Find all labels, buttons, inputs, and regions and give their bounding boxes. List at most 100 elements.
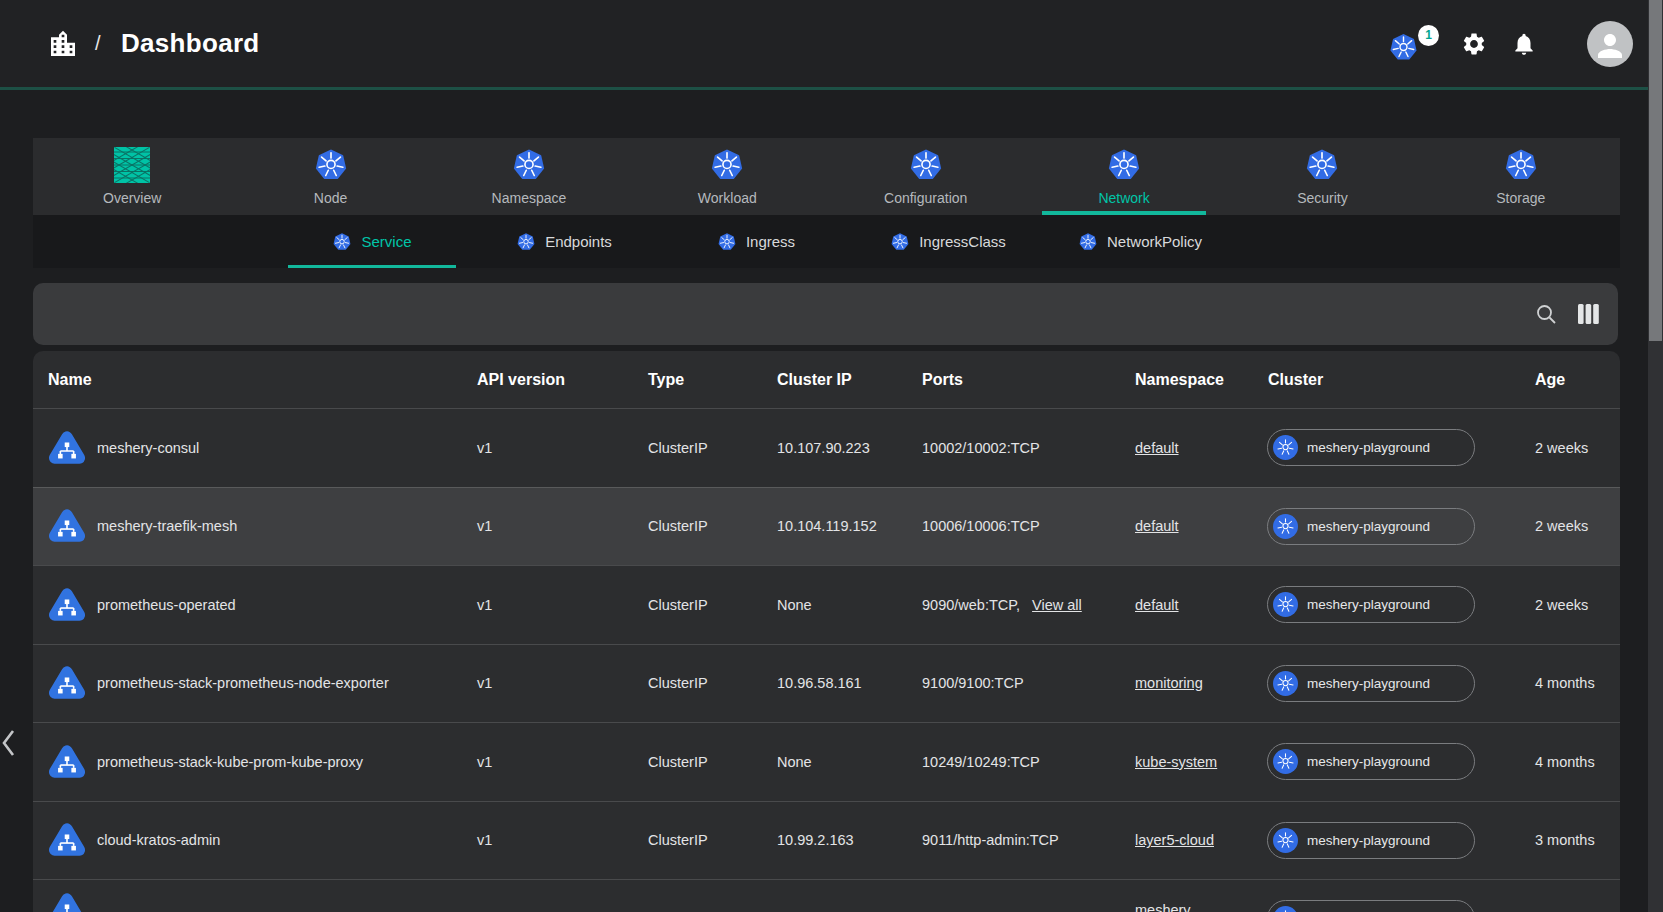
api-version: v1: [477, 488, 492, 566]
settings-icon[interactable]: [1461, 31, 1487, 57]
tab-configuration[interactable]: Configuration: [827, 138, 1025, 215]
page-title: Dashboard: [121, 0, 260, 87]
breadcrumb-separator: /: [95, 0, 101, 87]
cluster-ip: 10.99.2.163: [777, 802, 854, 880]
service-icon: [48, 821, 86, 859]
table-row[interactable]: prometheus-operated v1 ClusterIP None 90…: [33, 565, 1620, 644]
service-icon: [48, 891, 86, 912]
subtab-service[interactable]: Service: [276, 215, 468, 268]
cluster-chip[interactable]: meshery-playground: [1267, 586, 1475, 623]
cluster-ip: None: [777, 566, 812, 644]
column-ports[interactable]: Ports: [922, 351, 963, 408]
cluster-chip[interactable]: meshery-playground: [1267, 429, 1475, 466]
user-avatar[interactable]: [1587, 21, 1633, 67]
table-row[interactable]: meshery-consul v1 ClusterIP 10.107.90.22…: [33, 408, 1620, 487]
tab-network[interactable]: Network: [1025, 138, 1223, 215]
age: 2 weeks: [1535, 566, 1588, 644]
tab-node[interactable]: Node: [231, 138, 429, 215]
view-all-ports-link[interactable]: View all: [1032, 597, 1082, 613]
service-type: ClusterIP: [648, 566, 708, 644]
kubernetes-context-icon[interactable]: [1388, 32, 1419, 63]
service-name: meshery-consul: [97, 440, 199, 456]
kubernetes-icon: [709, 147, 745, 183]
api-version: v1: [477, 645, 492, 723]
table-row[interactable]: meshery meshery-playground: [33, 879, 1620, 912]
column-cluster-ip[interactable]: Cluster IP: [777, 351, 852, 408]
subtab-ingressclass[interactable]: IngressClass: [852, 215, 1044, 268]
api-version: v1: [477, 566, 492, 644]
cluster-chip[interactable]: meshery-playground: [1267, 900, 1475, 912]
resource-category-tabs: Overview Node Namespace Workload Configu…: [33, 138, 1620, 215]
column-name[interactable]: Name: [48, 351, 92, 408]
namespace-link[interactable]: default: [1135, 518, 1179, 534]
table-row[interactable]: prometheus-stack-kube-prom-kube-proxy v1…: [33, 722, 1620, 801]
namespace-link[interactable]: layer5-cloud: [1135, 832, 1214, 848]
cluster-chip[interactable]: meshery-playground: [1267, 743, 1475, 780]
ports: 10006/10006:TCP: [922, 488, 1040, 566]
service-type: ClusterIP: [648, 802, 708, 880]
age: 2 weeks: [1535, 488, 1588, 566]
namespace-link[interactable]: default: [1135, 597, 1179, 613]
kubernetes-icon: [908, 147, 944, 183]
table-row[interactable]: meshery-traefik-mesh v1 ClusterIP 10.104…: [33, 487, 1620, 566]
page-scrollbar[interactable]: [1648, 0, 1663, 912]
subtab-endpoints[interactable]: Endpoints: [468, 215, 660, 268]
tab-storage[interactable]: Storage: [1422, 138, 1620, 215]
view-columns-icon[interactable]: [1578, 304, 1599, 324]
cluster-ip: 10.96.58.161: [777, 645, 862, 723]
tab-workload[interactable]: Workload: [628, 138, 826, 215]
tab-security[interactable]: Security: [1223, 138, 1421, 215]
meshery-logo-icon: [114, 147, 150, 183]
cluster-chip[interactable]: meshery-playground: [1267, 665, 1475, 702]
cluster-chip[interactable]: meshery-playground: [1267, 508, 1475, 545]
namespace-link[interactable]: default: [1135, 440, 1179, 456]
cluster-ip: 10.104.119.152: [777, 488, 877, 566]
namespace-link[interactable]: meshery: [1135, 902, 1191, 912]
cluster-ip: 10.107.90.223: [777, 409, 870, 487]
kubernetes-icon: [1273, 435, 1298, 460]
header-divider: [0, 87, 1663, 90]
api-version: v1: [477, 409, 492, 487]
search-icon[interactable]: [1535, 303, 1557, 325]
column-api-version[interactable]: API version: [477, 351, 565, 408]
cluster-chip[interactable]: meshery-playground: [1267, 822, 1475, 859]
ports: 9011/http-admin:TCP: [922, 802, 1059, 880]
column-age[interactable]: Age: [1535, 351, 1565, 408]
subtab-ingress[interactable]: Ingress: [660, 215, 852, 268]
kubernetes-icon: [717, 232, 737, 252]
subtab-networkpolicy[interactable]: NetworkPolicy: [1044, 215, 1236, 268]
ports: 9090/web:TCP,: [922, 597, 1020, 613]
tab-namespace[interactable]: Namespace: [430, 138, 628, 215]
tab-overview[interactable]: Overview: [33, 138, 231, 215]
kubernetes-icon: [1503, 147, 1539, 183]
table-row[interactable]: cloud-kratos-admin v1 ClusterIP 10.99.2.…: [33, 801, 1620, 880]
context-count-badge: 1: [1418, 25, 1439, 46]
service-icon: [48, 507, 86, 545]
service-name: prometheus-stack-kube-prom-kube-proxy: [97, 754, 363, 770]
service-name: meshery-traefik-mesh: [97, 518, 237, 534]
collapse-drawer-button[interactable]: [0, 726, 18, 760]
column-type[interactable]: Type: [648, 351, 684, 408]
dashboard-page: / Dashboard 1 Overview Node Namespace Wo…: [0, 0, 1663, 912]
namespace-link[interactable]: kube-system: [1135, 754, 1217, 770]
service-icon: [48, 664, 86, 702]
kubernetes-icon: [1273, 671, 1298, 696]
organization-icon[interactable]: [47, 28, 79, 60]
kubernetes-icon: [1273, 906, 1298, 912]
api-version: v1: [477, 723, 492, 801]
column-namespace[interactable]: Namespace: [1135, 351, 1224, 408]
notifications-icon[interactable]: [1511, 31, 1537, 57]
namespace-link[interactable]: monitoring: [1135, 675, 1203, 691]
column-cluster[interactable]: Cluster: [1268, 351, 1323, 408]
age: 2 weeks: [1535, 409, 1588, 487]
service-type: ClusterIP: [648, 645, 708, 723]
services-table: Name API version Type Cluster IP Ports N…: [33, 351, 1620, 912]
ports: 10249/10249:TCP: [922, 723, 1040, 801]
age: 4 months: [1535, 723, 1595, 801]
service-name: prometheus-operated: [97, 597, 236, 613]
kubernetes-icon: [516, 232, 536, 252]
table-header: Name API version Type Cluster IP Ports N…: [33, 351, 1620, 408]
scrollbar-thumb[interactable]: [1649, 0, 1662, 341]
kubernetes-icon: [890, 232, 910, 252]
table-row[interactable]: prometheus-stack-prometheus-node-exporte…: [33, 644, 1620, 723]
